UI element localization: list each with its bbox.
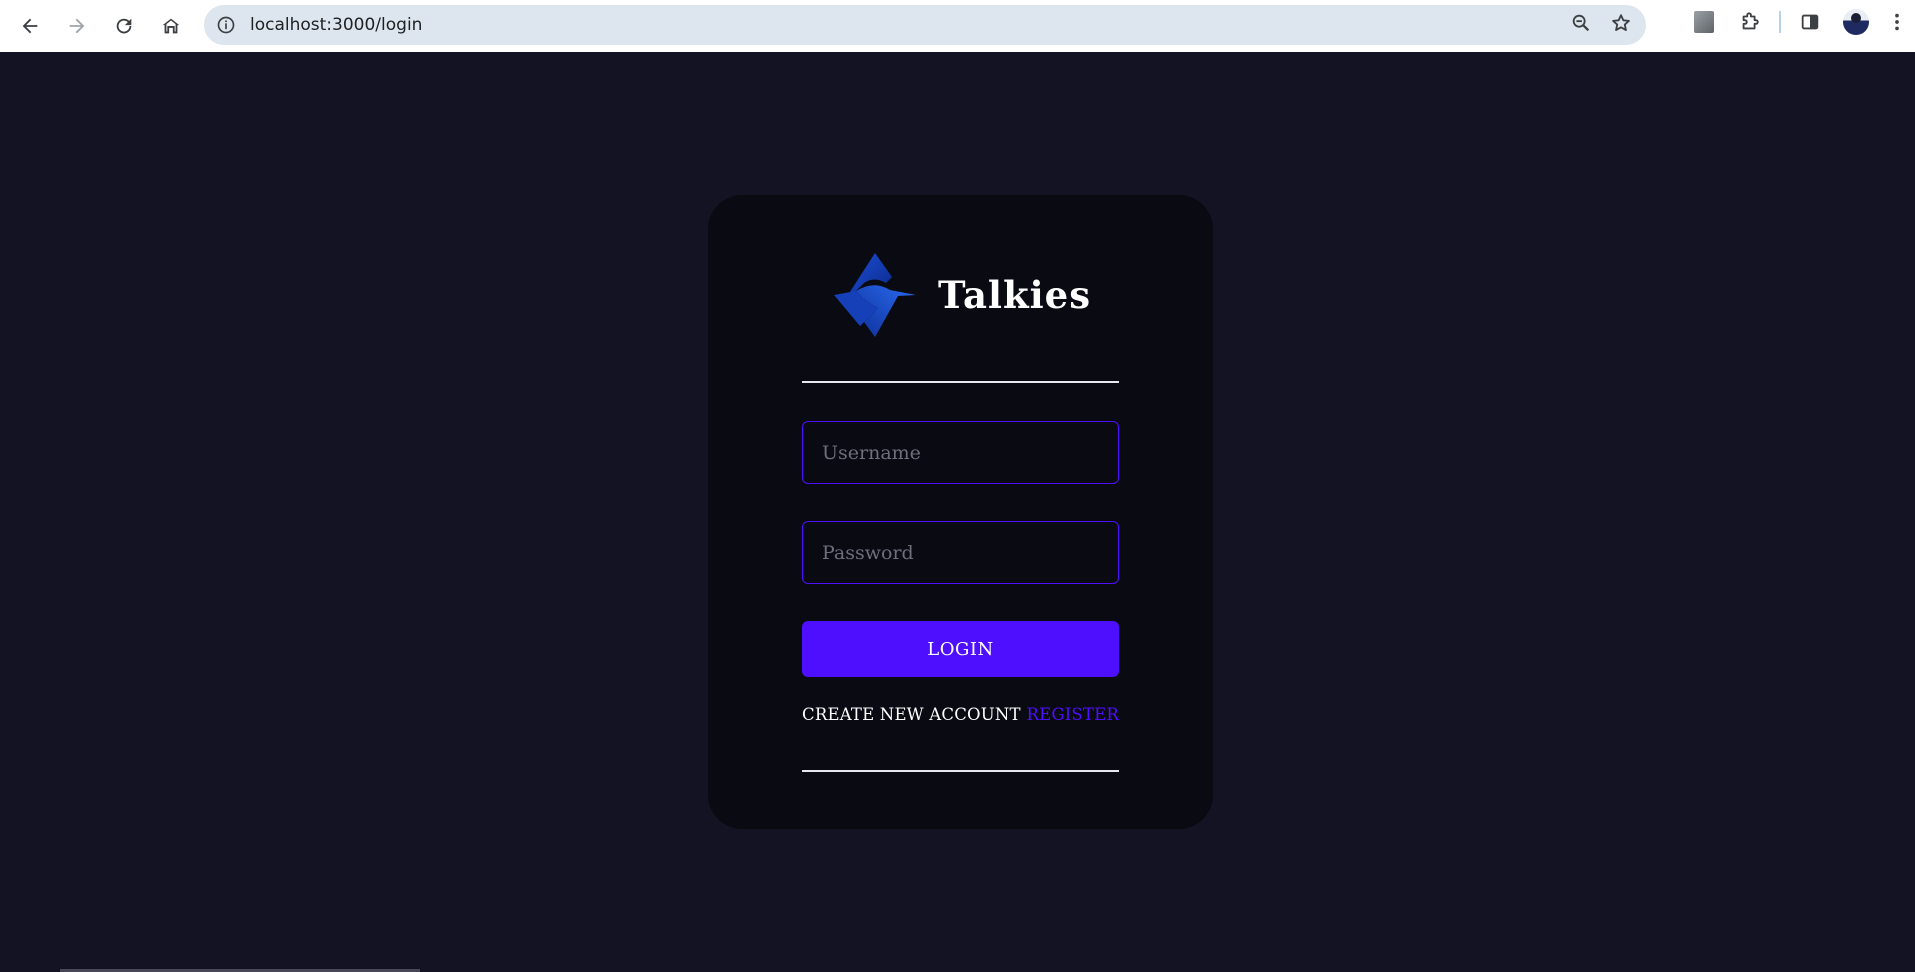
- reload-button[interactable]: [104, 6, 144, 46]
- browser-toolbar: localhost:3000/login: [0, 0, 1915, 52]
- address-bar[interactable]: localhost:3000/login: [204, 5, 1646, 45]
- brand-title: Talkies: [937, 273, 1092, 317]
- side-panel-icon: [1801, 14, 1819, 30]
- page-background: Talkies LOGIN CREATE NEW ACCOUNT REGISTE…: [0, 52, 1915, 972]
- avatar: [1843, 9, 1869, 35]
- side-panel-button[interactable]: [1787, 0, 1833, 44]
- extensions-button[interactable]: [1727, 0, 1773, 44]
- url-text[interactable]: localhost:3000/login: [250, 15, 422, 35]
- home-button[interactable]: [151, 6, 191, 46]
- zoom-icon[interactable]: [1570, 12, 1592, 38]
- arrow-left-icon: [22, 18, 38, 34]
- arrow-right-icon: [69, 18, 85, 34]
- talkies-logo-icon: [830, 250, 920, 340]
- brand-header: Talkies: [708, 250, 1213, 340]
- top-divider: [802, 381, 1119, 383]
- forward-button[interactable]: [57, 6, 97, 46]
- browser-menu-button[interactable]: [1879, 0, 1915, 44]
- bottom-divider: [802, 770, 1119, 772]
- create-account-line: CREATE NEW ACCOUNT REGISTER: [802, 705, 1119, 724]
- login-button[interactable]: LOGIN: [802, 621, 1119, 677]
- info-icon[interactable]: [216, 15, 236, 35]
- register-link[interactable]: REGISTER: [1026, 705, 1119, 724]
- create-account-text: CREATE NEW ACCOUNT: [802, 705, 1021, 724]
- toolbar-separator: [1779, 11, 1781, 33]
- password-input[interactable]: [802, 521, 1119, 584]
- profile-button[interactable]: [1833, 0, 1879, 44]
- kebab-menu-icon: [1895, 13, 1899, 31]
- extension-button[interactable]: [1681, 0, 1727, 44]
- back-button[interactable]: [10, 6, 50, 46]
- login-card: Talkies LOGIN CREATE NEW ACCOUNT REGISTE…: [708, 195, 1213, 829]
- star-icon[interactable]: [1610, 12, 1632, 38]
- home-icon: [162, 18, 180, 34]
- username-input[interactable]: [802, 421, 1119, 484]
- extension-icon: [1694, 11, 1714, 33]
- puzzle-icon: [1742, 12, 1759, 30]
- reload-icon: [116, 18, 132, 34]
